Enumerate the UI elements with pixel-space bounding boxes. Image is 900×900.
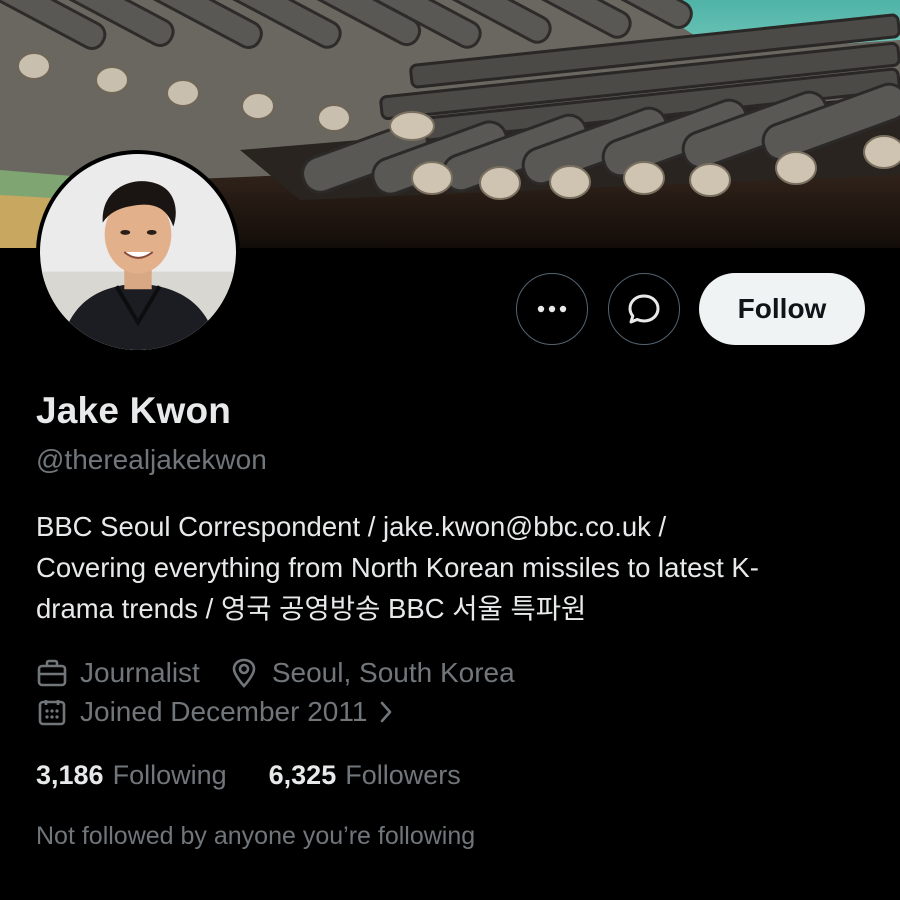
briefcase-icon <box>36 657 68 689</box>
more-options-button[interactable] <box>516 273 588 345</box>
location-item: Seoul, South Korea <box>228 657 515 689</box>
follow-button[interactable]: Follow <box>699 273 865 345</box>
chevron-right-icon <box>377 698 395 726</box>
profession-item: Journalist <box>36 657 200 689</box>
followers-count: 6,325 <box>268 760 337 790</box>
followers-label: Followers <box>345 760 461 790</box>
follow-stats: 3,186 Following 6,325 Followers <box>36 760 503 791</box>
location-text: Seoul, South Korea <box>271 657 515 688</box>
profile-bio: BBC Seoul Correspondent / jake.kwon@bbc.… <box>36 506 876 629</box>
following-label: Following <box>112 760 227 790</box>
joined-text: Joined December 2011 <box>80 696 368 727</box>
following-count: 3,186 <box>36 760 104 790</box>
calendar-icon <box>36 696 68 728</box>
following-stat[interactable]: 3,186 Following <box>36 760 227 791</box>
followers-you-know-note: Not followed by anyone you’re following <box>36 822 476 850</box>
message-bubble-icon <box>628 294 660 324</box>
bio-line: drama trends / 영국 공영방송 BBC 서울 특파원 <box>36 593 587 624</box>
joined-row[interactable]: Joined December 2011 <box>36 696 395 728</box>
profile-meta-row: Journalist Seoul, South Korea <box>36 657 543 689</box>
bio-line: Covering everything from North Korean mi… <box>36 552 759 583</box>
avatar-photo <box>40 154 236 350</box>
more-horizontal-icon <box>537 305 567 313</box>
map-pin-icon <box>228 657 260 689</box>
profession-text: Journalist <box>80 657 200 688</box>
followers-stat[interactable]: 6,325 Followers <box>269 760 461 791</box>
user-handle: @therealjakekwon <box>36 444 267 475</box>
message-button[interactable] <box>608 273 680 345</box>
profile-page: Follow Jake Kwon @therealjakekwon BBC Se… <box>0 0 900 900</box>
profile-avatar[interactable] <box>36 150 240 354</box>
display-name: Jake Kwon <box>36 390 232 431</box>
bio-line: BBC Seoul Correspondent / jake.kwon@bbc.… <box>36 511 667 542</box>
